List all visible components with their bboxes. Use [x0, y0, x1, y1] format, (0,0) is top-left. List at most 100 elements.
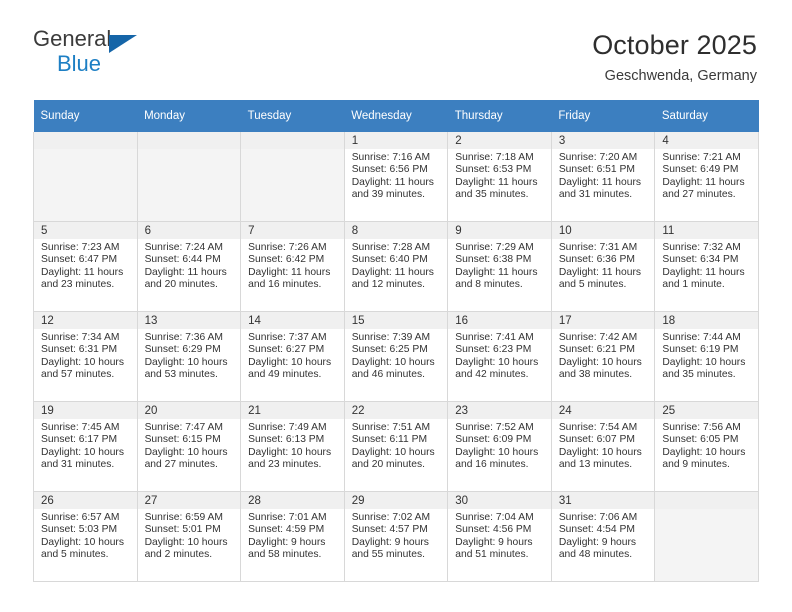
daylight-text-line2: and 23 minutes.: [248, 459, 322, 471]
day-cell[interactable]: 18 Sunrise: 7:44 AM Sunset: 6:19 PM Dayligh…: [655, 312, 758, 401]
day-cell[interactable]: 2 Sunrise: 7:18 AM Sunset: 6:53 PM Daylight…: [448, 132, 551, 221]
day-cell[interactable]: 30 Sunrise: 7:04 AM Sunset: 4:56 PM Dayligh…: [448, 492, 551, 581]
weekday-header-saturday: Saturday: [654, 100, 759, 132]
daylight-text-line2: and 35 minutes.: [455, 189, 529, 201]
sunrise-text: Sunrise: 7:23 AM: [41, 242, 120, 253]
sunset-text: Sunset: 6:13 PM: [248, 434, 325, 446]
day-cell[interactable]: 24 Sunrise: 7:54 AM Sunset: 6:07 PM Dayligh…: [551, 402, 655, 491]
day-cell[interactable]: 6 Sunrise: 7:24 AM Sunset: 6:44 PM Daylight…: [137, 222, 241, 311]
day-number: 30: [448, 492, 551, 509]
day-number: 4: [655, 132, 758, 149]
day-cell[interactable]: 8 Sunrise: 7:28 AM Sunset: 6:40 PM Daylight…: [344, 222, 448, 311]
day-cell-empty: [137, 132, 241, 221]
day-details: Sunrise: 6:59 AM Sunset: 5:01 PM Daylight:…: [138, 509, 241, 562]
daylight-text-line2: and 23 minutes.: [41, 279, 115, 291]
sunrise-text: Sunrise: 7:52 AM: [455, 422, 534, 433]
day-cell[interactable]: 27 Sunrise: 6:59 AM Sunset: 5:01 PM Dayligh…: [137, 492, 241, 581]
day-cell[interactable]: 4 Sunrise: 7:21 AM Sunset: 6:49 PM Daylight…: [655, 132, 758, 221]
day-cell[interactable]: 11 Sunrise: 7:32 AM Sunset: 6:34 PM Dayligh…: [655, 222, 758, 311]
day-cell[interactable]: 13 Sunrise: 7:36 AM Sunset: 6:29 PM Dayligh…: [137, 312, 241, 401]
sunrise-text: Sunrise: 7:42 AM: [558, 332, 638, 343]
daylight-text-line1: Daylight: 10 hours: [351, 446, 435, 458]
day-cell[interactable]: 28 Sunrise: 7:01 AM Sunset: 4:59 PM Dayligh…: [241, 492, 344, 581]
sunset-text: Sunset: 6:29 PM: [144, 344, 221, 356]
sunset-text: Sunset: 6:44 PM: [144, 254, 221, 266]
calendar-cell-day: 22 Sunrise: 7:51 AM Sunset: 6:11 PM Dayligh…: [343, 401, 449, 492]
day-cell[interactable]: 12 Sunrise: 7:34 AM Sunset: 6:31 PM Dayligh…: [34, 312, 137, 401]
daylight-text-line1: Daylight: 10 hours: [144, 446, 228, 458]
calendar-cell-day: 30 Sunrise: 7:04 AM Sunset: 4:56 PM Dayligh…: [447, 491, 552, 582]
day-number: 12: [34, 312, 137, 329]
daylight-text-line1: Daylight: 10 hours: [662, 446, 746, 458]
calendar-cell-day: 31 Sunrise: 7:06 AM Sunset: 4:54 PM Dayligh…: [550, 491, 656, 582]
calendar-cell-day: 25 Sunrise: 7:56 AM Sunset: 6:05 PM Dayligh…: [654, 401, 759, 492]
daylight-text-line1: Daylight: 10 hours: [558, 356, 642, 368]
day-details: Sunrise: 7:18 AM Sunset: 6:53 PM Daylight:…: [448, 149, 551, 202]
day-cell[interactable]: 3 Sunrise: 7:20 AM Sunset: 6:51 PM Daylight…: [551, 132, 655, 221]
calendar-cell-day: 2 Sunrise: 7:18 AM Sunset: 6:53 PM Daylight…: [447, 132, 552, 222]
day-cell[interactable]: 20 Sunrise: 7:47 AM Sunset: 6:15 PM Dayligh…: [137, 402, 241, 491]
day-cell[interactable]: 19 Sunrise: 7:45 AM Sunset: 6:17 PM Dayligh…: [34, 402, 137, 491]
daylight-text-line1: Daylight: 11 hours: [41, 266, 124, 278]
day-number: 10: [551, 222, 655, 239]
sunset-text: Sunset: 6:19 PM: [662, 344, 739, 356]
day-details: Sunrise: 7:37 AM Sunset: 6:27 PM Daylight:…: [241, 329, 344, 382]
day-cell[interactable]: 29 Sunrise: 7:02 AM Sunset: 4:57 PM Dayligh…: [344, 492, 448, 581]
sunset-text: Sunset: 6:56 PM: [351, 164, 428, 176]
calendar-cell-day: 12 Sunrise: 7:34 AM Sunset: 6:31 PM Dayligh…: [33, 311, 138, 402]
daylight-text-line1: Daylight: 11 hours: [662, 176, 745, 188]
calendar-table: Sunday Monday Tuesday Wednesday Thursday…: [33, 100, 759, 582]
day-details: Sunrise: 7:20 AM Sunset: 6:51 PM Daylight:…: [552, 149, 655, 202]
day-number: 16: [448, 312, 551, 329]
day-cell[interactable]: 17 Sunrise: 7:42 AM Sunset: 6:21 PM Dayligh…: [551, 312, 655, 401]
day-cell[interactable]: 21 Sunrise: 7:49 AM Sunset: 6:13 PM Dayligh…: [241, 402, 344, 491]
day-cell[interactable]: 9 Sunrise: 7:29 AM Sunset: 6:38 PM Daylight…: [448, 222, 551, 311]
day-cell[interactable]: 22 Sunrise: 7:51 AM Sunset: 6:11 PM Dayligh…: [344, 402, 448, 491]
page-header: General Blue October 2025 Geschwenda, Ge…: [0, 0, 792, 100]
sunrise-text: Sunrise: 7:54 AM: [558, 422, 638, 433]
day-cell[interactable]: 14 Sunrise: 7:37 AM Sunset: 6:27 PM Dayligh…: [241, 312, 344, 401]
calendar-week-row: 19 Sunrise: 7:45 AM Sunset: 6:17 PM Dayligh…: [33, 401, 759, 492]
daylight-text-line1: Daylight: 10 hours: [41, 536, 124, 548]
day-cell[interactable]: 16 Sunrise: 7:41 AM Sunset: 6:23 PM Dayligh…: [448, 312, 551, 401]
sunrise-text: Sunrise: 7:18 AM: [455, 152, 534, 163]
day-number: 11: [655, 222, 758, 239]
sunrise-text: Sunrise: 7:37 AM: [248, 332, 327, 343]
day-cell[interactable]: 10 Sunrise: 7:31 AM Sunset: 6:36 PM Dayligh…: [551, 222, 655, 311]
day-number: 24: [551, 402, 655, 419]
daylight-text-line1: Daylight: 9 hours: [455, 536, 533, 548]
sunrise-text: Sunrise: 7:44 AM: [662, 332, 741, 343]
calendar-cell-day: 26 Sunrise: 6:57 AM Sunset: 5:03 PM Dayligh…: [33, 491, 138, 582]
day-cell[interactable]: 26 Sunrise: 6:57 AM Sunset: 5:03 PM Dayligh…: [34, 492, 137, 581]
sunrise-text: Sunrise: 7:24 AM: [144, 242, 223, 253]
daylight-text-line2: and 9 minutes.: [662, 459, 730, 471]
day-number: 8: [344, 222, 448, 239]
day-cell[interactable]: 5 Sunrise: 7:23 AM Sunset: 6:47 PM Daylight…: [34, 222, 137, 311]
daylight-text-line2: and 55 minutes.: [351, 549, 425, 561]
sunset-text: Sunset: 6:15 PM: [144, 434, 221, 446]
calendar-cell-empty: [136, 132, 242, 222]
title-block: October 2025 Geschwenda, Germany: [592, 26, 757, 87]
day-number: 14: [241, 312, 344, 329]
sunrise-text: Sunrise: 7:28 AM: [351, 242, 431, 253]
calendar-cell-day: 17 Sunrise: 7:42 AM Sunset: 6:21 PM Dayligh…: [550, 311, 656, 402]
day-number: 3: [551, 132, 655, 149]
sunset-text: Sunset: 6:17 PM: [41, 434, 118, 446]
day-details: Sunrise: 6:57 AM Sunset: 5:03 PM Daylight:…: [34, 509, 137, 562]
day-cell[interactable]: 1 Sunrise: 7:16 AM Sunset: 6:56 PM Daylight…: [344, 132, 448, 221]
day-cell[interactable]: 7 Sunrise: 7:26 AM Sunset: 6:42 PM Daylight…: [241, 222, 344, 311]
day-cell[interactable]: 23 Sunrise: 7:52 AM Sunset: 6:09 PM Dayligh…: [448, 402, 551, 491]
day-number: 9: [448, 222, 551, 239]
daylight-text-line1: Daylight: 10 hours: [41, 356, 124, 368]
sunrise-text: Sunrise: 7:56 AM: [662, 422, 741, 433]
daylight-text-line1: Daylight: 11 hours: [248, 266, 331, 278]
day-cell[interactable]: 25 Sunrise: 7:56 AM Sunset: 6:05 PM Dayligh…: [655, 402, 758, 491]
calendar-week-row: 1 Sunrise: 7:16 AM Sunset: 6:56 PM Daylight…: [33, 132, 759, 222]
day-details: Sunrise: 7:36 AM Sunset: 6:29 PM Daylight:…: [138, 329, 241, 382]
calendar-cell-day: 13 Sunrise: 7:36 AM Sunset: 6:29 PM Dayligh…: [136, 311, 242, 402]
day-details: Sunrise: 7:51 AM Sunset: 6:11 PM Daylight:…: [345, 419, 448, 472]
day-details: Sunrise: 7:42 AM Sunset: 6:21 PM Daylight:…: [552, 329, 655, 382]
day-cell[interactable]: 31 Sunrise: 7:06 AM Sunset: 4:54 PM Dayligh…: [551, 492, 655, 581]
day-number: 1: [344, 132, 448, 149]
day-cell[interactable]: 15 Sunrise: 7:39 AM Sunset: 6:25 PM Dayligh…: [344, 312, 448, 401]
